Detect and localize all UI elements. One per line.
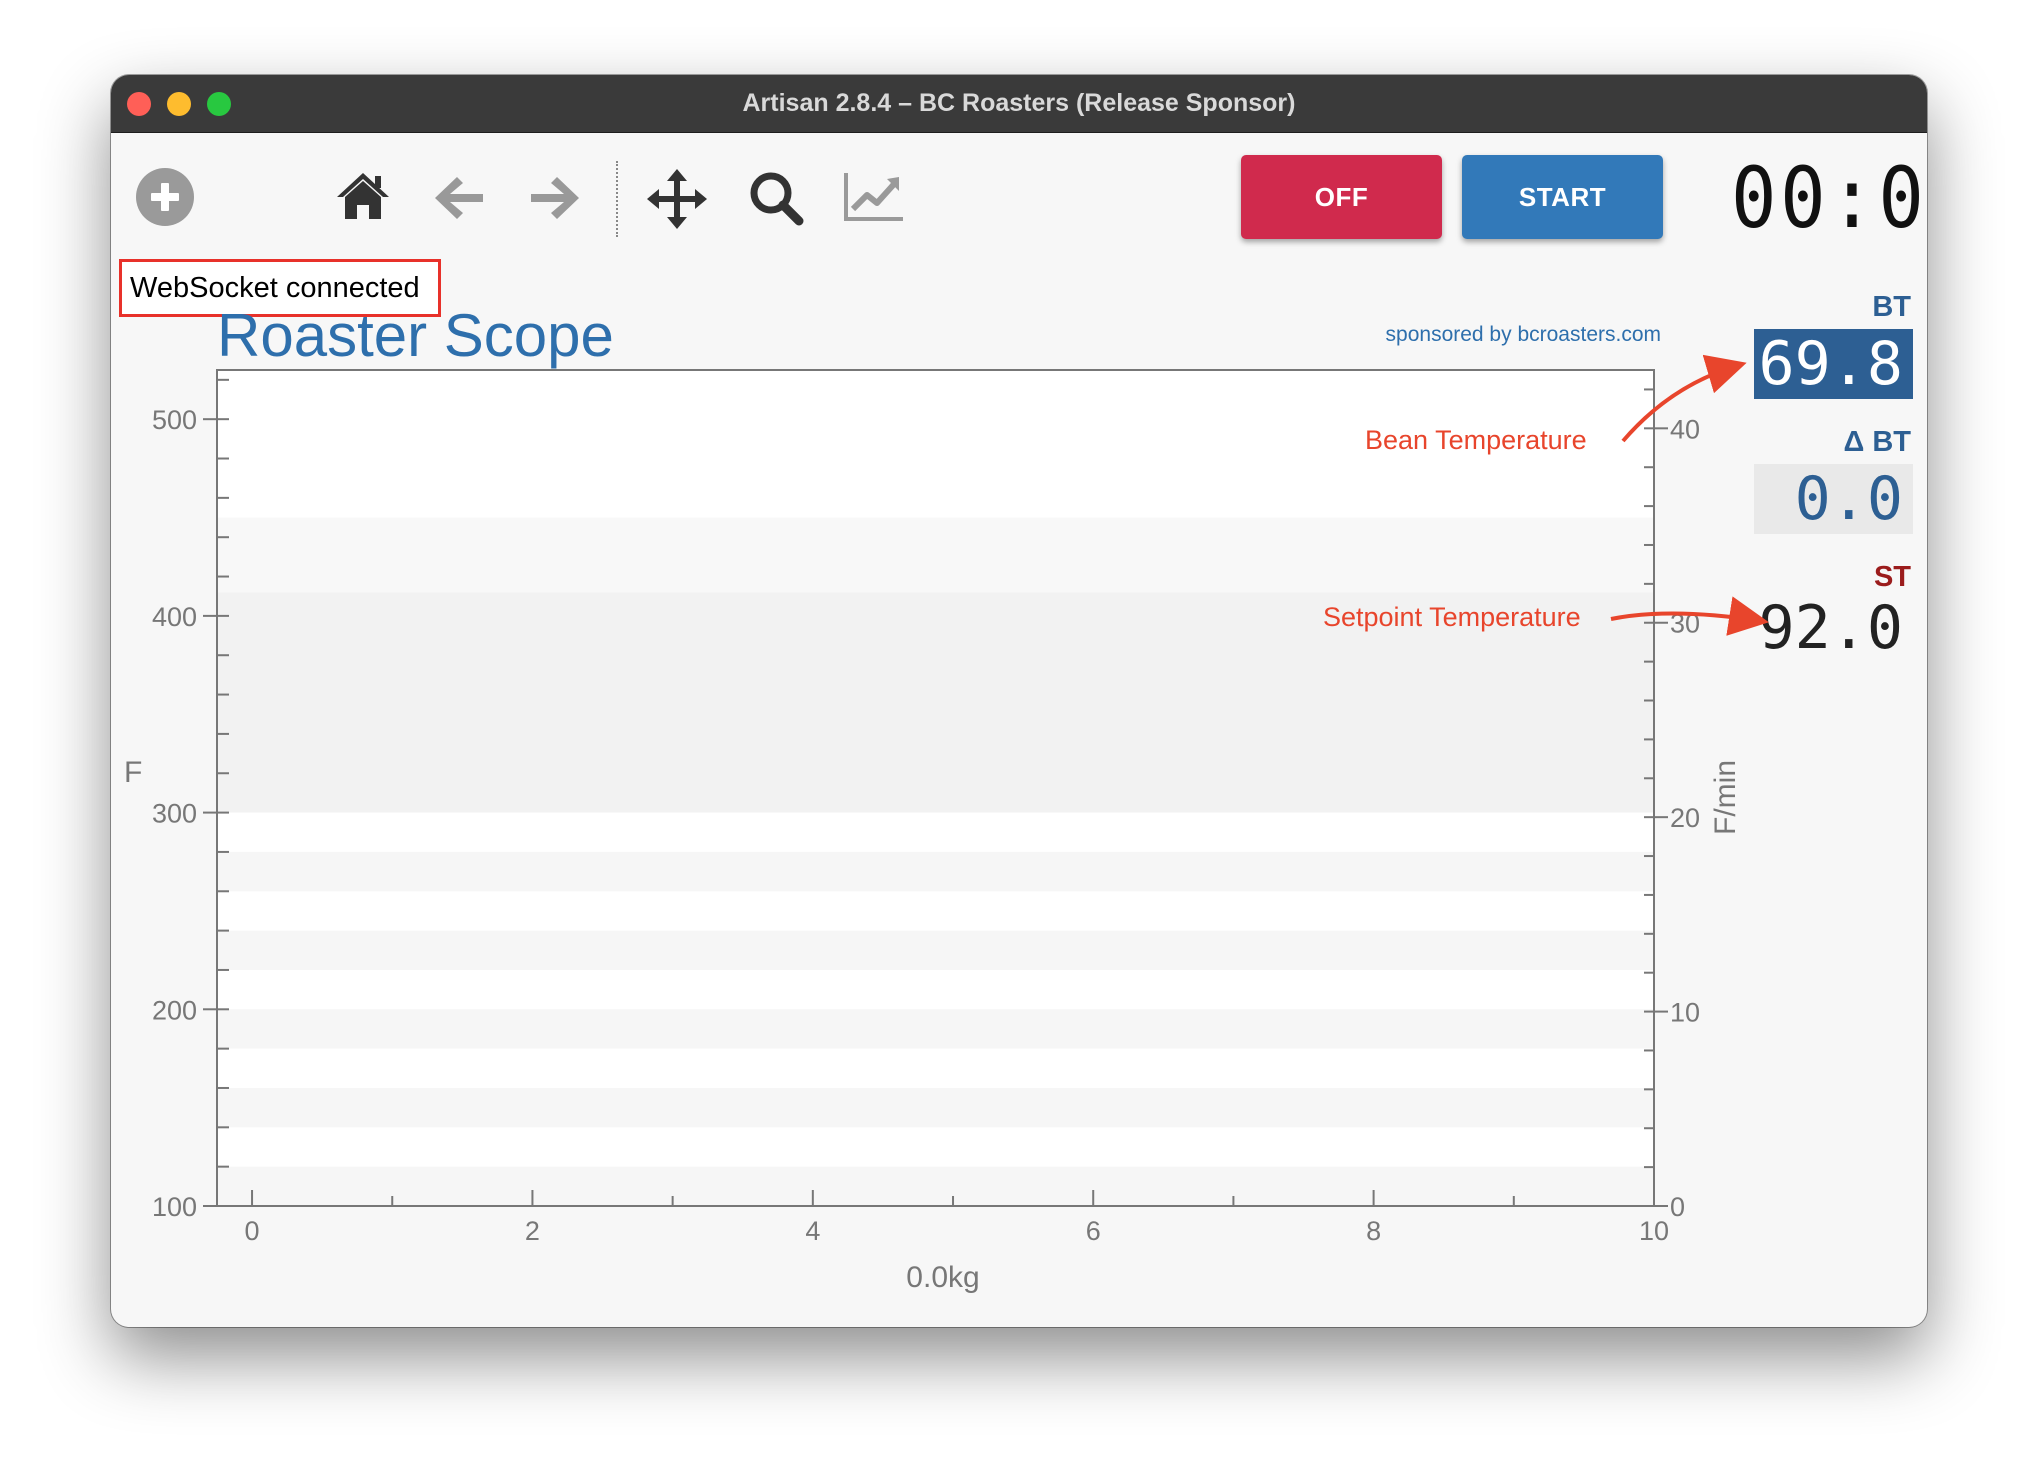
bean-temperature-arrow <box>1621 354 1747 443</box>
setpoint-temperature-arrow <box>1610 596 1769 636</box>
app-window: Artisan 2.8.4 – BC Roasters (Release Spo… <box>111 75 1927 1327</box>
annotation-arrows <box>1610 354 1769 636</box>
